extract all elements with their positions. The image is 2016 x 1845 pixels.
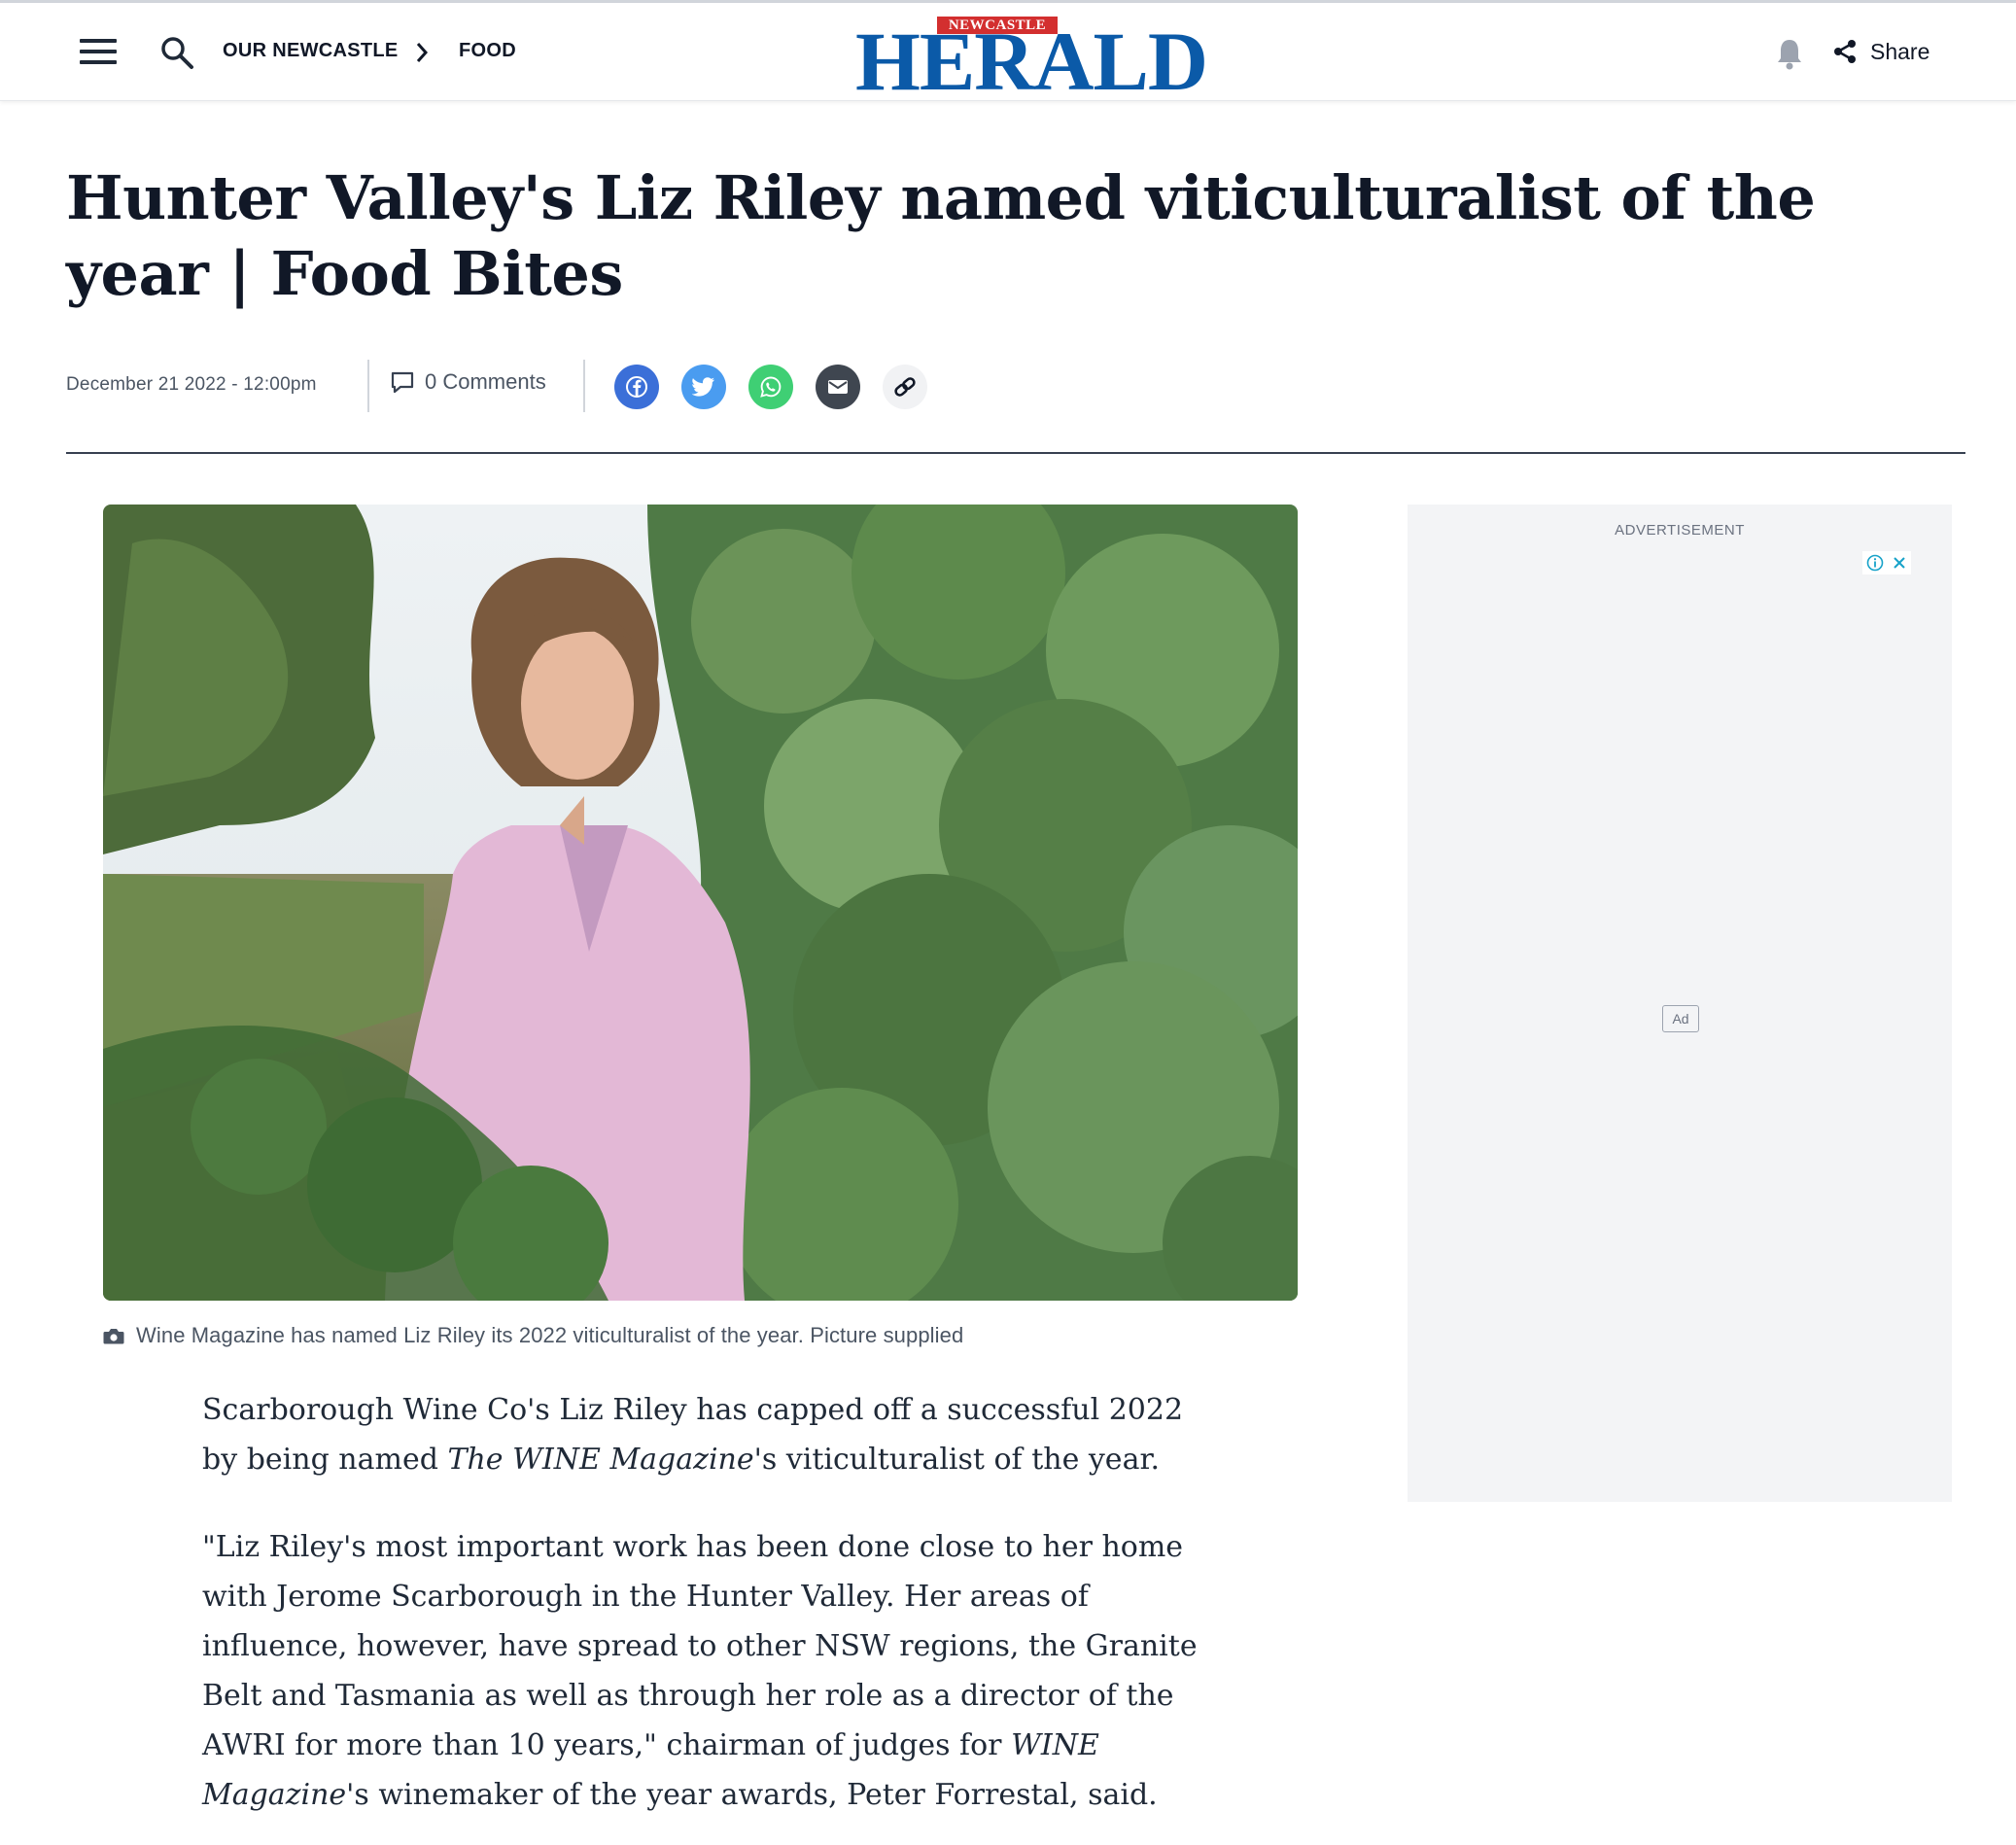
logo-wordmark: HERALD bbox=[855, 15, 1208, 108]
email-icon bbox=[828, 380, 848, 394]
comments-count: 0 Comments bbox=[425, 369, 546, 394]
divider bbox=[367, 360, 369, 412]
breadcrumb-our-newcastle[interactable]: OUR NEWCASTLE bbox=[223, 40, 399, 62]
article-paragraph: "Liz Riley's most important work has bee… bbox=[202, 1530, 1198, 1812]
link-icon bbox=[894, 377, 916, 397]
comment-icon bbox=[391, 371, 414, 394]
article-byline: December 21 2022 - 12:00pm 0 Comments bbox=[66, 360, 1971, 412]
share-twitter-button[interactable] bbox=[681, 365, 726, 409]
article-photo[interactable] bbox=[103, 505, 1298, 1301]
ad-choices[interactable] bbox=[1862, 551, 1911, 574]
camera-icon bbox=[103, 1329, 124, 1344]
close-icon[interactable] bbox=[1892, 555, 1907, 571]
advertisement-slot[interactable]: ADVERTISEMENT Ad bbox=[1408, 505, 1952, 1502]
menu-icon[interactable] bbox=[80, 37, 117, 66]
ad-badge: Ad bbox=[1662, 1005, 1699, 1032]
search-icon[interactable] bbox=[159, 35, 194, 70]
whatsapp-icon bbox=[760, 376, 782, 398]
twitter-icon bbox=[692, 377, 714, 397]
share-whatsapp-button[interactable] bbox=[748, 365, 793, 409]
publish-date: December 21 2022 - 12:00pm bbox=[66, 374, 317, 395]
share-facebook-button[interactable] bbox=[614, 365, 659, 409]
comments-link[interactable]: 0 Comments bbox=[390, 369, 546, 395]
newcastle-herald-logo[interactable]: HERALD NEWCASTLE bbox=[855, 17, 1208, 103]
caption-text: Wine Magazine has named Liz Riley its 20… bbox=[136, 1323, 964, 1347]
logo-badge: NEWCASTLE bbox=[937, 17, 1058, 34]
photo-caption: Wine Magazine has named Liz Riley its 20… bbox=[103, 1323, 963, 1348]
copy-link-button[interactable] bbox=[883, 365, 927, 409]
advertisement-label: ADVERTISEMENT bbox=[1615, 522, 1745, 539]
info-icon[interactable] bbox=[1866, 554, 1884, 572]
article-headline: Hunter Valley's Liz Riley named viticult… bbox=[66, 162, 1816, 309]
divider bbox=[583, 360, 585, 412]
bell-icon[interactable] bbox=[1774, 37, 1805, 70]
share-icon bbox=[1834, 40, 1856, 63]
site-header: OUR NEWCASTLE FOOD HERALD NEWCASTLE Shar… bbox=[0, 3, 2016, 103]
share-button[interactable]: Share bbox=[1833, 34, 1929, 69]
article-paragraph: Scarborough Wine Co's Liz Riley has capp… bbox=[202, 1393, 1184, 1477]
share-email-button[interactable] bbox=[816, 365, 860, 409]
breadcrumb-food[interactable]: FOOD bbox=[459, 40, 516, 62]
chevron-right-icon bbox=[416, 43, 429, 62]
share-label: Share bbox=[1870, 38, 1930, 64]
header-divider bbox=[66, 452, 1965, 454]
facebook-icon bbox=[626, 376, 647, 398]
